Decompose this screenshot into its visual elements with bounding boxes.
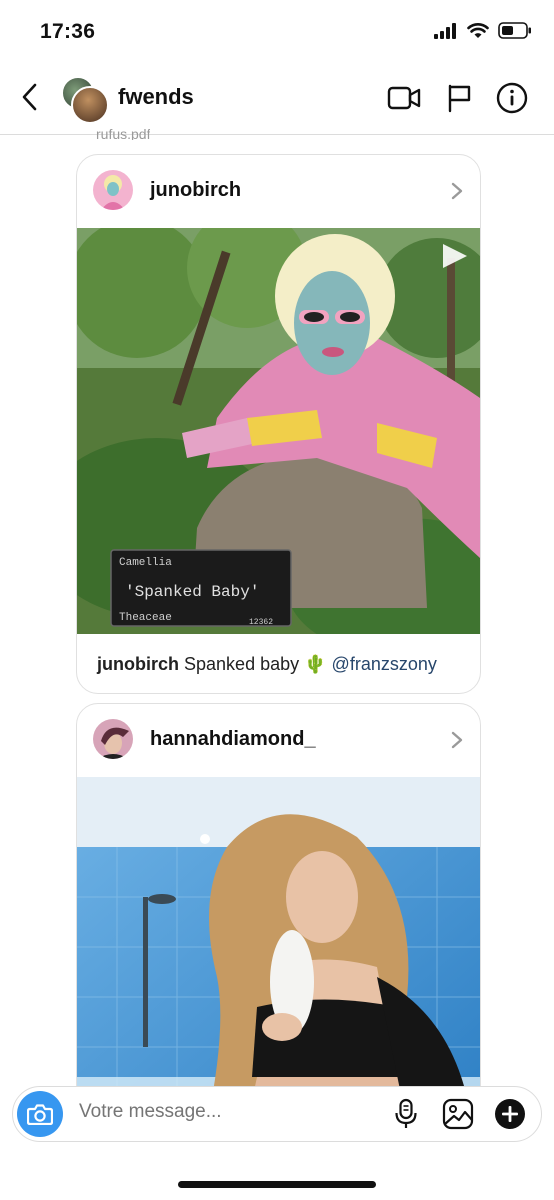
sign-main-text: 'Spanked Baby' [125, 583, 259, 601]
post-author-avatar[interactable] [93, 719, 133, 759]
sign-bottom-text: Theaceae [119, 612, 172, 624]
message-input[interactable] [79, 1101, 369, 1123]
plus-circle-icon [495, 1099, 525, 1129]
post-header[interactable]: hannahdiamond_ [77, 704, 480, 777]
message-composer [12, 1086, 542, 1142]
member-avatar [71, 86, 109, 124]
status-icons [434, 22, 532, 39]
more-button[interactable] [493, 1097, 527, 1131]
gallery-button[interactable] [441, 1097, 475, 1131]
battery-icon [498, 22, 531, 39]
sign-code-text: 12362 [249, 618, 273, 627]
post-photo [77, 777, 480, 1124]
home-indicator[interactable] [178, 1181, 376, 1188]
post-author-avatar[interactable] [93, 170, 133, 210]
cellular-signal-icon [434, 22, 456, 39]
post-header[interactable]: junobirch [77, 155, 480, 228]
plant-label-sign: Camellia 'Spanked Baby' Theaceae 12362 [110, 549, 292, 627]
chat-header: fwends [0, 64, 554, 135]
info-icon [496, 82, 528, 114]
status-bar: 17:36 [0, 0, 554, 64]
chat-title[interactable]: fwends [118, 84, 194, 110]
camera-icon [27, 1104, 53, 1125]
chevron-right-icon[interactable] [446, 728, 468, 752]
caption-text: Spanked baby 🌵 [184, 654, 327, 674]
flag-icon [448, 84, 471, 113]
chevron-right-icon[interactable] [446, 179, 468, 203]
image-icon [442, 1098, 474, 1130]
post-photo: Camellia 'Spanked Baby' Theaceae 12362 [77, 228, 480, 634]
post-media[interactable] [77, 777, 480, 1124]
caption-username[interactable]: junobirch [97, 654, 179, 674]
post-author-name[interactable]: hannahdiamond_ [150, 728, 316, 751]
previous-sender-label: rufus.pdf [96, 126, 151, 140]
camera-button[interactable] [17, 1091, 63, 1137]
report-button[interactable] [441, 80, 477, 116]
author-avatar-image [93, 719, 133, 759]
author-avatar-image [93, 170, 133, 210]
voice-message-button[interactable] [389, 1097, 423, 1131]
post-media[interactable]: Camellia 'Spanked Baby' Theaceae 12362 [77, 228, 480, 634]
wifi-icon [467, 23, 489, 38]
group-avatar[interactable] [61, 76, 109, 124]
chevron-left-icon [22, 83, 37, 111]
shared-post-card[interactable]: hannahdiamond_ [76, 703, 481, 1125]
back-button[interactable] [14, 80, 48, 114]
caption-mention[interactable]: @franzszony [332, 654, 437, 674]
shared-post-card[interactable]: junobirch Camellia 'Spanked Baby' Theace… [76, 154, 481, 694]
post-author-name[interactable]: junobirch [150, 179, 241, 202]
video-call-button[interactable] [386, 80, 422, 116]
microphone-icon [395, 1098, 417, 1128]
info-button[interactable] [494, 80, 530, 116]
video-camera-icon [387, 86, 421, 110]
sign-top-text: Camellia [119, 557, 172, 569]
status-time: 17:36 [40, 20, 96, 43]
post-caption: junobirch Spanked baby 🌵 @franzszony [77, 634, 480, 693]
